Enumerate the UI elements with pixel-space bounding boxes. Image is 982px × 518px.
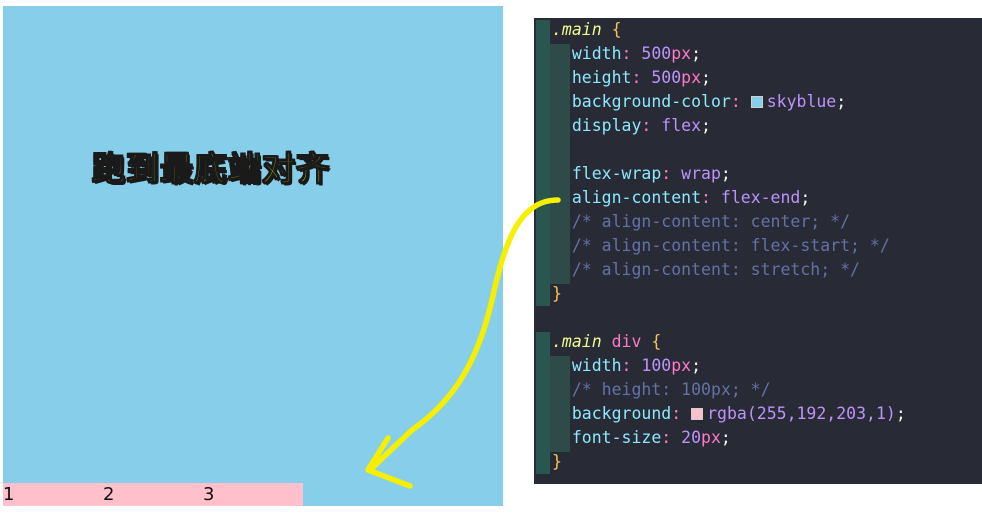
code-line: font-size: 20px; bbox=[571, 428, 731, 447]
comment-text: /* align-content: center; */ bbox=[571, 212, 851, 231]
code-line: .main { bbox=[552, 18, 622, 42]
code-line: .main div { bbox=[552, 330, 661, 354]
code-value: 20 bbox=[681, 428, 702, 447]
flex-container-demo: 1 2 3 bbox=[3, 6, 503, 506]
code-line: align-content: flex-end; bbox=[571, 188, 811, 207]
code-comment: /* align-content: center; */ bbox=[552, 210, 850, 234]
code-comment: /* align-content: flex-start; */ bbox=[552, 234, 890, 258]
code-comment: /* height: 100px; */ bbox=[552, 378, 771, 402]
flex-item-3: 3 bbox=[203, 483, 303, 506]
code-line: } bbox=[552, 450, 562, 474]
block-gutter-main bbox=[536, 20, 550, 306]
code-unit: px bbox=[701, 428, 721, 447]
code-property: font-size bbox=[571, 428, 662, 447]
flex-item-1: 1 bbox=[3, 483, 103, 506]
code-line: background-color: skyblue; bbox=[571, 92, 847, 111]
code-brace: } bbox=[552, 284, 562, 303]
code-selector-tag: div bbox=[611, 332, 642, 351]
code-value: 500 bbox=[641, 44, 672, 63]
code-selector: .main bbox=[552, 20, 602, 39]
code-selector: .main bbox=[552, 332, 602, 351]
code-value: skyblue bbox=[766, 92, 837, 111]
code-property: height bbox=[571, 68, 632, 87]
code-line: } bbox=[552, 282, 562, 306]
code-value: 100 bbox=[641, 356, 672, 375]
code-property: background-color bbox=[571, 92, 731, 111]
code-property: display bbox=[571, 116, 642, 135]
color-swatch-icon[interactable] bbox=[750, 96, 763, 108]
code-editor-panel: .main { width: 500px; height: 500px; bac… bbox=[534, 18, 982, 484]
code-line: flex-wrap: wrap; bbox=[571, 164, 731, 183]
block-gutter-div bbox=[536, 332, 550, 474]
annotation-title: 跑到最底端对齐 bbox=[91, 148, 330, 188]
screenshot-stage: 1 2 3 跑到最底端对齐 .main { width: 500px; heig… bbox=[0, 0, 982, 518]
code-value: flex bbox=[661, 116, 702, 135]
code-value: flex-end bbox=[720, 188, 801, 207]
code-line: background: rgba(255,192,203,1); bbox=[571, 404, 906, 423]
code-value: rgba(255,192,203,1) bbox=[707, 404, 896, 423]
comment-text: /* align-content: flex-start; */ bbox=[571, 236, 890, 255]
code-line: width: 500px; bbox=[571, 44, 702, 63]
comment-text: /* height: 100px; */ bbox=[571, 380, 771, 399]
code-line: width: 100px; bbox=[571, 356, 702, 375]
code-brace: { bbox=[651, 332, 662, 351]
code-line: display: flex; bbox=[571, 116, 711, 135]
code-brace: { bbox=[611, 20, 622, 39]
code-property: width bbox=[571, 356, 622, 375]
code-property: background bbox=[571, 404, 672, 423]
code-unit: px bbox=[671, 356, 692, 375]
code-unit: px bbox=[681, 68, 702, 87]
code-property: width bbox=[571, 44, 622, 63]
code-value: wrap bbox=[681, 164, 721, 183]
color-swatch-icon[interactable] bbox=[691, 408, 704, 420]
code-comment: /* align-content: stretch; */ bbox=[552, 258, 860, 282]
flex-item-2: 2 bbox=[103, 483, 203, 506]
code-line: height: 500px; bbox=[571, 68, 711, 87]
code-unit: px bbox=[671, 44, 692, 63]
code-property: flex-wrap bbox=[571, 164, 662, 183]
comment-text: /* align-content: stretch; */ bbox=[571, 260, 860, 279]
code-brace: } bbox=[552, 452, 562, 471]
code-value: 500 bbox=[651, 68, 682, 87]
code-property: align-content bbox=[571, 188, 702, 207]
